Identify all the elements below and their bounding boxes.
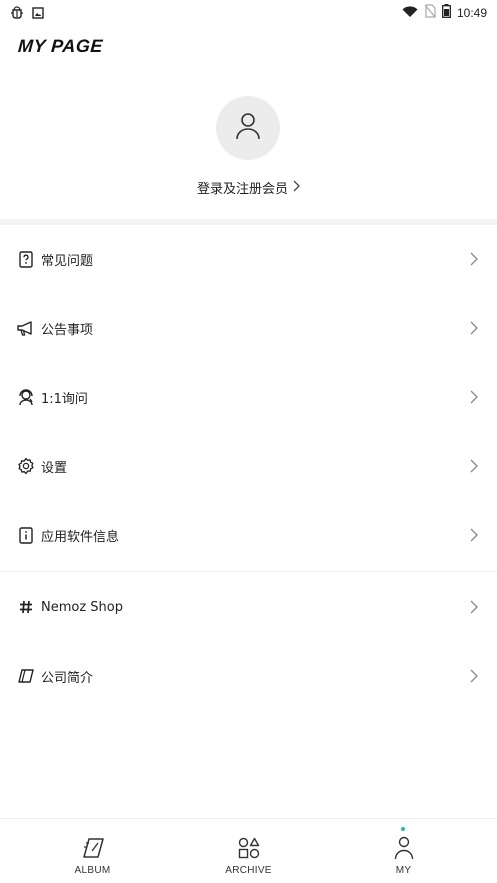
tab-my[interactable]: MY <box>321 819 486 883</box>
no-sim-icon <box>424 3 436 22</box>
megaphone-icon <box>17 319 35 337</box>
archive-icon <box>236 835 262 861</box>
album-icon <box>80 835 106 861</box>
page-title: MY PAGE <box>17 36 104 56</box>
avatar[interactable] <box>216 96 280 160</box>
status-bar: 10:49 <box>0 0 497 24</box>
tab-label: ALBUM <box>74 865 111 876</box>
company-icon <box>17 667 35 685</box>
active-indicator <box>401 827 405 831</box>
image-icon <box>32 4 44 23</box>
support-agent-icon <box>17 388 35 406</box>
chevron-right-icon <box>469 668 479 684</box>
info-icon <box>17 526 35 544</box>
gear-icon <box>17 457 35 475</box>
menu-item-label: 应用软件信息 <box>41 529 120 545</box>
menu-item-settings[interactable]: 设置 <box>0 436 497 496</box>
divider <box>0 571 497 572</box>
section-divider <box>0 219 497 225</box>
chevron-right-icon <box>469 320 479 336</box>
menu-item-label: 设置 <box>41 460 68 476</box>
person-icon <box>391 835 417 861</box>
menu-item-label: 公司简介 <box>41 670 94 686</box>
login-register-link[interactable]: 登录及注册会员 <box>0 178 497 197</box>
menu-item-faq[interactable]: 常见问题 <box>0 229 497 289</box>
tab-label: MY <box>395 865 412 876</box>
chevron-right-icon <box>469 251 479 267</box>
menu-item-inquiry[interactable]: 1:1询问 <box>0 367 497 427</box>
status-time: 10:49 <box>456 5 487 20</box>
menu-item-company[interactable]: 公司简介 <box>0 646 497 706</box>
tab-album[interactable]: ALBUM <box>10 819 175 883</box>
chevron-right-icon <box>292 180 300 196</box>
hash-icon <box>17 598 35 616</box>
battery-icon <box>442 3 451 22</box>
menu-item-label: 公告事项 <box>41 322 94 338</box>
tab-archive[interactable]: ARCHIVE <box>166 819 331 883</box>
person-icon <box>234 111 262 145</box>
bottom-tab-bar: ALBUM ARCHIVE MY <box>0 818 497 883</box>
menu-item-label: Nemoz Shop <box>41 599 123 615</box>
menu-item-label: 1:1询问 <box>41 391 88 407</box>
chevron-right-icon <box>469 527 479 543</box>
menu-item-notice[interactable]: 公告事项 <box>0 298 497 358</box>
chevron-right-icon <box>469 458 479 474</box>
menu-item-label: 常见问题 <box>41 253 94 269</box>
chevron-right-icon <box>469 389 479 405</box>
wifi-icon <box>402 3 418 22</box>
menu-item-nemoz-shop[interactable]: Nemoz Shop <box>0 577 497 637</box>
bug-icon <box>10 4 24 23</box>
menu-item-app-info[interactable]: 应用软件信息 <box>0 505 497 565</box>
faq-icon <box>17 250 35 268</box>
tab-label: ARCHIVE <box>225 865 272 876</box>
chevron-right-icon <box>469 599 479 615</box>
login-register-label: 登录及注册会员 <box>196 182 288 197</box>
profile-section: 登录及注册会员 <box>0 80 497 220</box>
